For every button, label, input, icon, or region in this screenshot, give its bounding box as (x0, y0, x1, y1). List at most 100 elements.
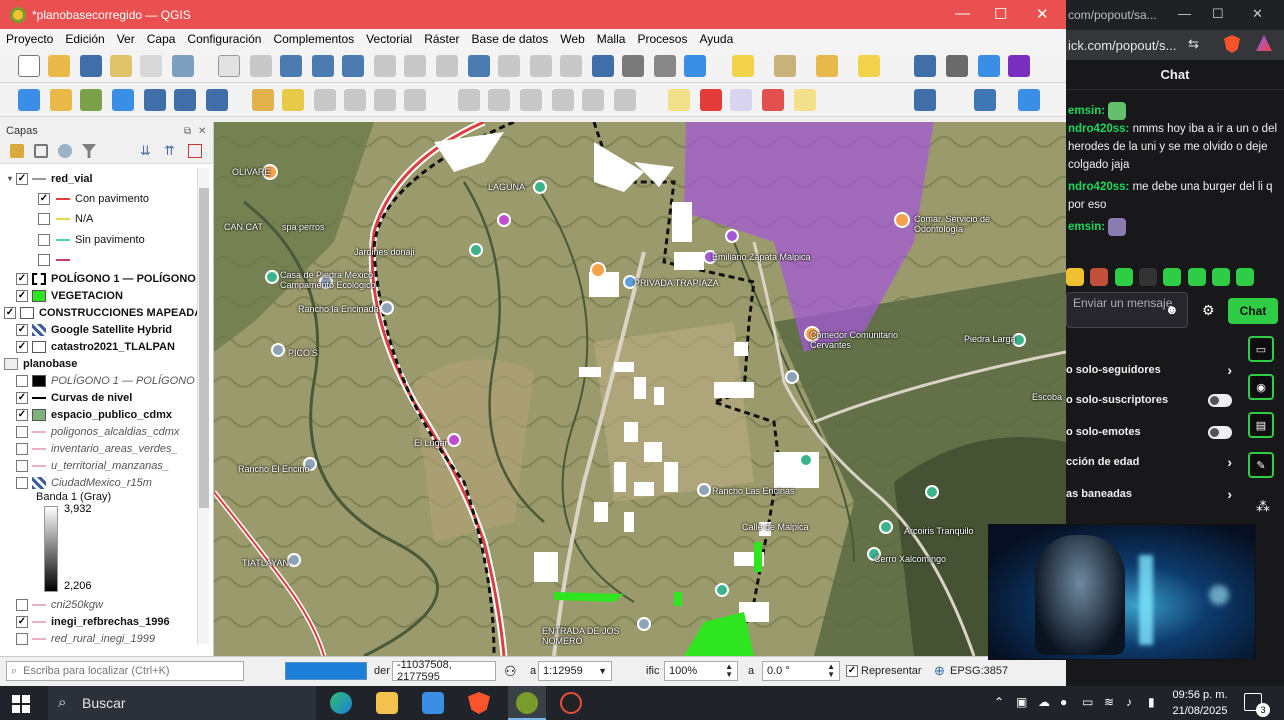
data-source-manager-icon[interactable] (18, 89, 40, 111)
minimize-icon[interactable]: — (955, 5, 970, 22)
recorder-icon[interactable] (560, 692, 582, 714)
layer-visibility-checkbox[interactable] (38, 253, 50, 266)
magnifier-spinbox[interactable]: 100% ▲ ▼ (664, 661, 738, 681)
layers-scrollbar-thumb[interactable] (199, 188, 209, 508)
wrench-icon[interactable]: ✎ (1248, 452, 1274, 478)
style-manager-icon[interactable] (10, 144, 24, 158)
layer-item[interactable]: u_territorial_manzanas_ (4, 457, 200, 474)
sum-icon[interactable] (1008, 55, 1030, 77)
brave-rewards-icon[interactable] (1256, 35, 1272, 51)
layer-item[interactable]: red_rural_inegi_1999 (4, 630, 200, 647)
display-icon[interactable]: ▭ (1082, 695, 1093, 709)
layer-item[interactable]: Curvas de nivel (4, 389, 200, 406)
emote-icon[interactable] (1212, 268, 1231, 286)
layer-item[interactable]: catastro2021_TLALPAN (4, 338, 200, 355)
render-checkbox[interactable] (846, 665, 858, 677)
layer-visibility-checkbox[interactable] (16, 323, 28, 336)
layer-item[interactable]: Google Satellite Hybrid (4, 321, 200, 338)
chat-setting-row[interactable]: o solo-suscriptores (1066, 386, 1236, 414)
add-wms-icon[interactable] (206, 89, 228, 111)
locator-search-input[interactable]: ⌕ Escriba para localizar (Ctrl+K) (6, 661, 244, 681)
expand-all-icon[interactable]: ⇊ (140, 144, 154, 158)
save-icon[interactable]: ▤ (1248, 412, 1274, 438)
bookmark-icon[interactable] (592, 55, 614, 77)
layer-visibility-checkbox[interactable] (16, 425, 28, 438)
emote-icon[interactable] (1163, 268, 1182, 286)
mail-icon[interactable] (422, 692, 444, 714)
label-show-icon[interactable] (730, 89, 752, 111)
file-explorer-icon[interactable] (376, 692, 398, 714)
browser-tab-title[interactable]: com/popout/sa... (1068, 8, 1157, 22)
video-overlay[interactable] (988, 524, 1256, 660)
toggle-switch[interactable] (1208, 425, 1232, 439)
scale-combobox[interactable]: 1:12959 ▼ (538, 661, 612, 681)
maximize-icon[interactable]: ☐ (994, 5, 1007, 23)
undo-icon[interactable] (582, 89, 604, 111)
menu-item[interactable]: Malla (597, 32, 626, 46)
delete-icon[interactable] (458, 89, 480, 111)
emote-icon[interactable] (1066, 268, 1084, 286)
toggle-extents-icon[interactable]: ⚇ (504, 663, 517, 680)
crs-globe-icon[interactable]: ⊕ (934, 663, 945, 679)
layer-visibility-checkbox[interactable] (16, 172, 28, 185)
layer-item[interactable]: espacio_publico_cdmx (4, 406, 200, 423)
vertex-tool-icon[interactable] (374, 89, 396, 111)
float-panel-icon[interactable]: ⧉ (184, 126, 191, 137)
add-group-icon[interactable] (34, 144, 48, 158)
layer-visibility-checkbox[interactable] (16, 289, 28, 302)
open-table-icon[interactable] (946, 55, 968, 77)
layer-visibility-checkbox[interactable] (16, 615, 28, 628)
chat-icon[interactable]: ▭ (1248, 336, 1274, 362)
layer-visibility-checkbox[interactable] (16, 374, 28, 387)
help-icon[interactable] (1018, 89, 1040, 111)
layer-item[interactable]: inegi_refbrechas_1996 (4, 613, 200, 630)
close-panel-icon[interactable]: ✕ (198, 126, 206, 137)
menu-item[interactable]: Ayuda (699, 32, 733, 46)
pan-icon[interactable] (218, 55, 240, 77)
minimize-icon[interactable]: — (1178, 6, 1191, 21)
add-raster-icon[interactable] (144, 89, 166, 111)
expand-arrow-icon[interactable]: ▾ (4, 174, 16, 183)
layer-visibility-checkbox[interactable] (16, 340, 28, 353)
emote-icon[interactable] (1090, 268, 1109, 286)
address-bar[interactable]: ick.com/popout/s... ⇆ (1066, 30, 1284, 60)
new-map-view-icon[interactable] (530, 55, 552, 77)
attribute-table-icon[interactable] (774, 55, 796, 77)
close-icon[interactable]: ✕ (1252, 6, 1263, 22)
gear-icon[interactable] (978, 55, 1000, 77)
chat-setting-row[interactable]: o solo-seguidores › (1066, 356, 1236, 384)
emote-icon[interactable] (1236, 268, 1255, 286)
share-icon[interactable]: ⁂ (1256, 498, 1270, 515)
chevron-right-icon[interactable]: › (1227, 454, 1232, 470)
layer-visibility-checkbox[interactable] (16, 272, 28, 285)
menu-item[interactable]: Configuración (187, 32, 261, 46)
filter-legend-icon[interactable] (58, 144, 72, 158)
chat-username[interactable]: ndro420ss: (1068, 123, 1129, 135)
pencil-icon[interactable] (282, 89, 304, 111)
new-project-icon[interactable] (18, 55, 40, 77)
layer-visibility-checkbox[interactable] (38, 192, 50, 205)
rotation-spinbox[interactable]: 0.0 ° ▲ ▼ (762, 661, 840, 681)
layer-visibility-checkbox[interactable] (4, 306, 16, 319)
print-layout-icon[interactable] (110, 55, 132, 77)
python-icon[interactable] (974, 89, 996, 111)
menu-item[interactable]: Ráster (424, 32, 459, 46)
coordinate-field[interactable]: -11037508, 2177595 (392, 659, 496, 683)
volume-icon[interactable]: ♪ (1126, 695, 1132, 709)
menu-item[interactable]: Edición (65, 32, 104, 46)
temporal-icon[interactable] (654, 55, 676, 77)
map-canvas[interactable]: OLIVARE CAN CAT spa perros LAGUNA Jardines d… (214, 122, 1066, 656)
chat-message-input[interactable]: Enviar un mensaje ☻ (1066, 292, 1188, 328)
emote-icon[interactable] (1187, 268, 1206, 286)
chevron-right-icon[interactable]: › (1227, 486, 1232, 502)
save-edits-icon[interactable] (314, 89, 336, 111)
taskbar-search[interactable]: ⌕ Buscar (48, 686, 316, 720)
crs-button[interactable]: EPSG:3857 (950, 665, 1008, 677)
layout-manager-icon[interactable] (140, 55, 162, 77)
menu-item[interactable]: Base de datos (472, 32, 549, 46)
layer-visibility-checkbox[interactable] (16, 632, 28, 645)
zoom-native-icon[interactable] (436, 55, 458, 77)
translate-icon[interactable]: ⇆ (1188, 36, 1199, 52)
tray-app-icon[interactable]: ▣ (1016, 695, 1027, 709)
zoom-selection-icon[interactable] (374, 55, 396, 77)
